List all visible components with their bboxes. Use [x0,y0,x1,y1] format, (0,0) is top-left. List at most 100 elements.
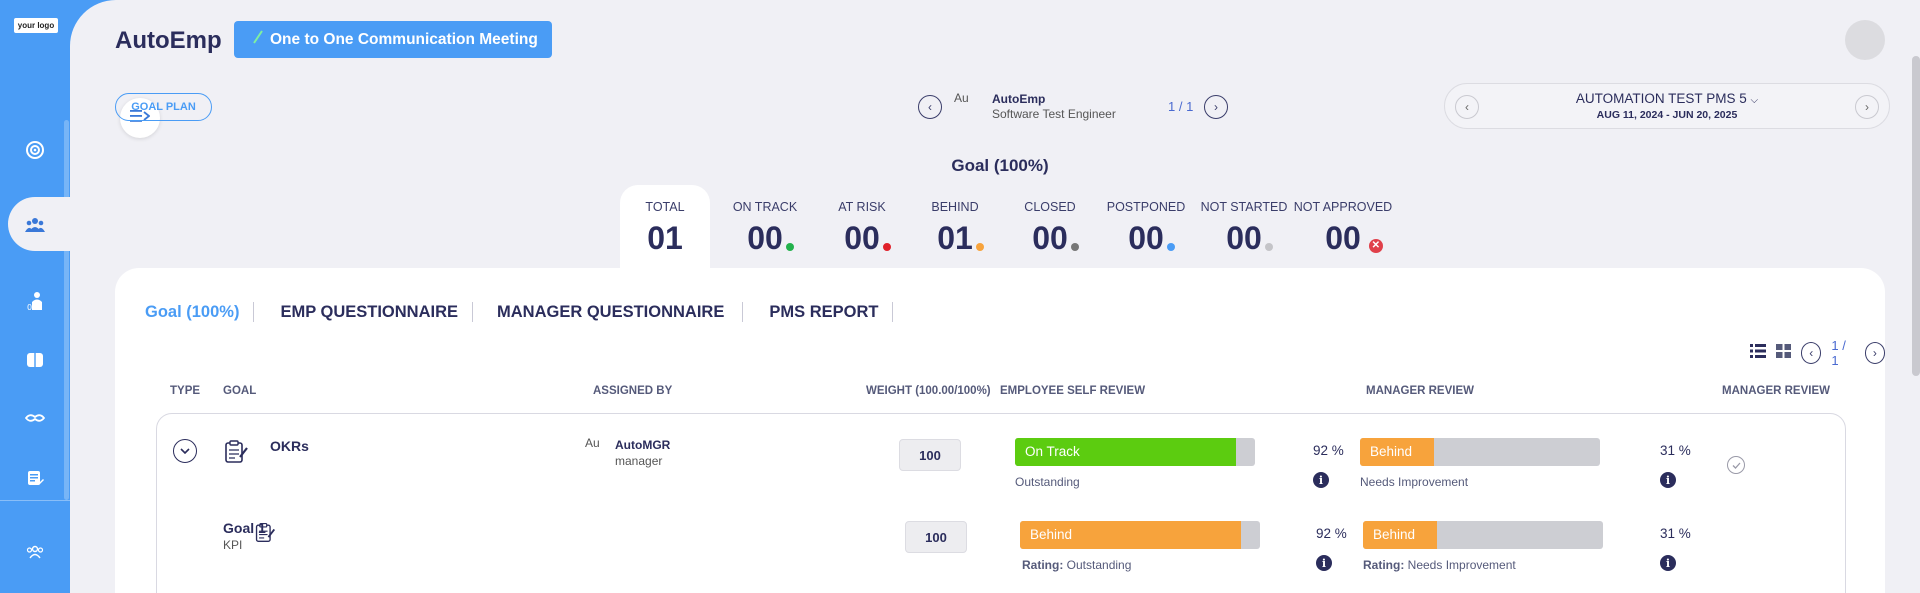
stat-label: CLOSED [1024,200,1076,214]
weight-value: 100 [905,521,967,553]
tab-manager-questionnaire[interactable]: MANAGER QUESTIONNAIRE [473,302,744,322]
stat-postponed[interactable]: POSTPONED 00 [1101,200,1191,257]
stat-total[interactable]: TOTAL 01 [622,200,708,257]
stat-at-risk[interactable]: AT RISK 00 [817,200,907,257]
col-weight: WEIGHT (100.00/100%) [866,385,991,397]
status-dot [1070,243,1079,251]
chevron-down-icon: ⌵ [1750,95,1759,106]
self-review-percent: 92 % [1316,526,1347,541]
status-dot [785,243,794,251]
stat-label: AT RISK [838,200,886,214]
self-review-status: Behind [1020,521,1241,549]
book-icon[interactable] [24,349,46,371]
employee-role: Software Test Engineer [992,107,1116,121]
assigned-avatar: Au [585,436,600,450]
goal-name[interactable]: Goal 1 [223,520,266,536]
info-icon[interactable]: i [1660,555,1676,571]
stat-on-track[interactable]: ON TRACK 00 [720,200,810,257]
info-icon[interactable]: i [1313,472,1329,488]
stat-value: 01 [937,220,973,256]
stat-label: NOT APPROVED [1293,200,1393,214]
stat-behind[interactable]: BEHIND 01 [910,200,1000,257]
next-employee-button[interactable]: › [1204,95,1228,119]
user-avatar[interactable] [1845,20,1885,60]
status-dot [882,243,891,251]
chevron-left-icon: ‹ [928,100,932,114]
okr-type-icon [223,438,249,469]
goal-name[interactable]: OKRs [270,438,309,454]
status-dot [1264,243,1273,251]
info-icon[interactable]: i [1316,555,1332,571]
goal-summary-heading: Goal (100%) [951,156,1049,175]
stat-label: ON TRACK [732,200,798,214]
col-self-review: EMPLOYEE SELF REVIEW [1000,385,1146,397]
document-edit-icon[interactable] [24,467,46,489]
col-type: TYPE [170,385,201,397]
manager-rating: Rating: Needs Improvement [1363,558,1516,572]
rejected-icon: ✕ [1368,239,1383,253]
status-dot [975,243,984,251]
stat-not-approved[interactable]: NOT APPROVED 00 ✕ [1288,200,1398,257]
employee-pagination: 1 / 1 [1168,99,1194,114]
one-to-one-meeting-button[interactable]: One to One Communication Meeting [234,21,552,58]
sidebar-divider [0,500,70,501]
rating-label: Rating: [1363,558,1405,572]
self-rating: Outstanding [1015,475,1080,489]
col-manager-review-2: MANAGER REVIEW [1722,385,1830,397]
target-icon[interactable] [24,139,46,161]
assigned-name: AutoMGR [615,438,671,452]
self-review-progress: On Track [1015,438,1255,466]
group-icon[interactable] [24,541,46,563]
goals-card: Goal (100%) EMP QUESTIONNAIRE MANAGER QU… [115,268,1885,593]
goal-plan-button[interactable]: GOAL PLAN [115,93,212,121]
stat-closed[interactable]: CLOSED 00 [1005,200,1095,257]
stat-value: 00 [747,220,783,256]
sidebar-scrollbar[interactable] [64,120,69,500]
manager-review-progress: Behind [1363,521,1603,549]
manager-review-percent: 31 % [1660,443,1691,458]
svg-text:0: 0 [27,303,32,311]
goal-type: KPI [223,538,243,552]
prev-employee-button[interactable]: ‹ [918,95,942,119]
stat-label: NOT STARTED [1200,200,1288,214]
period-selector[interactable]: ‹ AUTOMATION TEST PMS 5 ⌵ AUG 11, 2024 -… [1444,83,1890,129]
next-page-button[interactable]: › [1864,342,1885,364]
manager-review-status: Behind [1363,521,1438,549]
chevron-right-icon: › [1872,346,1877,360]
handshake-icon[interactable] [24,407,46,429]
approve-check-icon[interactable] [1727,456,1745,474]
tab-pms-report[interactable]: PMS REPORT [743,302,894,322]
manager-review-percent: 31 % [1660,526,1691,541]
self-rating: Rating: Outstanding [1022,558,1131,572]
employee-name: AutoEmp [992,92,1046,106]
page-title: AutoEmp [115,27,222,54]
list-view-icon[interactable] [1750,343,1766,363]
prev-page-button[interactable]: ‹ [1801,342,1822,364]
rating-value: Needs Improvement [1407,558,1516,572]
tab-emp-questionnaire[interactable]: EMP QUESTIONNAIRE [254,302,474,322]
stat-value: 00 [1226,220,1262,256]
period-title-text: AUTOMATION TEST PMS 5 [1575,91,1747,106]
assigned-role: manager [615,454,663,468]
tab-goal[interactable]: Goal (100%) [145,302,255,322]
main-panel: AutoEmp One to One Communication Meeting… [70,0,1920,593]
stat-label: BEHIND [931,200,979,214]
stat-not-started[interactable]: NOT STARTED 00 [1192,200,1296,257]
period-title[interactable]: AUTOMATION TEST PMS 5 ⌵ [1445,91,1889,106]
info-icon[interactable]: i [1660,472,1676,488]
company-logo: your logo [14,18,58,33]
stat-value: 00 [844,220,880,256]
grid-view-icon[interactable] [1776,343,1791,363]
chevron-left-icon: ‹ [1809,346,1814,360]
page-scrollbar[interactable] [1912,56,1920,376]
stat-label: TOTAL [645,200,685,214]
next-period-button[interactable]: › [1855,95,1879,119]
weight-value: 100 [899,439,961,471]
view-controls: ‹ 1 / 1 › [1750,338,1885,368]
person-stats-icon[interactable]: 0 [24,290,46,312]
self-review-status: On Track [1015,438,1236,466]
expand-toggle-icon[interactable] [173,439,197,463]
manager-review-status: Behind [1360,438,1435,466]
team-icon[interactable] [24,214,46,236]
col-goal: GOAL [223,385,257,397]
